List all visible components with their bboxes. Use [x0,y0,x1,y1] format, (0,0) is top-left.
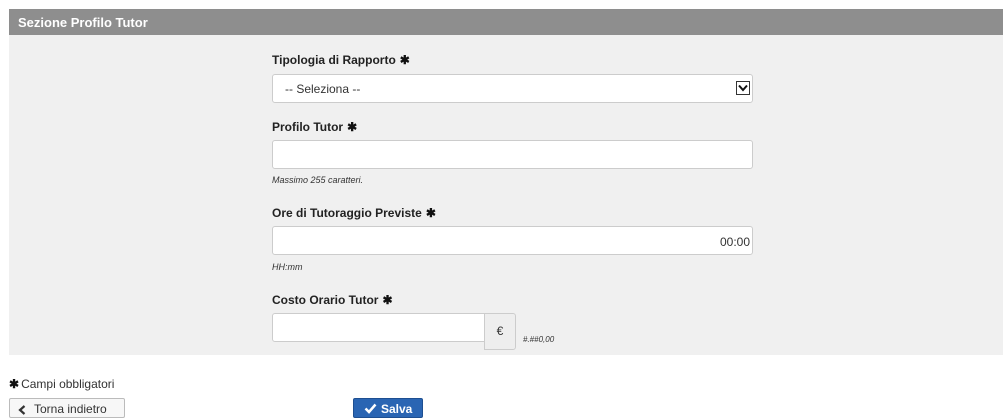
required-icon: ✱ [9,377,20,391]
required-legend-text: Campi obbligatori [21,377,115,391]
required-icon: ✱ [382,293,393,307]
chevron-left-icon [18,404,26,418]
tipologia-label-text: Tipologia di Rapporto [272,53,396,67]
profilo-hint: Massimo 255 caratteri. [272,175,364,185]
profilo-tutor-input[interactable] [272,140,753,169]
costo-orario-input[interactable] [272,313,485,342]
chevron-down-icon[interactable] [736,81,750,95]
euro-addon: € [484,313,516,350]
costo-label-text: Costo Orario Tutor [272,293,379,307]
costo-label: Costo Orario Tutor ✱ [272,293,393,307]
required-icon: ✱ [399,53,410,67]
tipologia-select[interactable]: -- Seleziona -- [272,74,753,103]
tipologia-label: Tipologia di Rapporto ✱ [272,53,410,67]
save-button-label: Salva [381,402,413,416]
panel-header: Sezione Profilo Tutor [9,9,1003,35]
ore-label: Ore di Tutoraggio Previste ✱ [272,206,436,220]
checkmark-icon [364,403,377,417]
ore-tutoraggio-input[interactable]: 00:00 [272,226,753,255]
required-icon: ✱ [347,120,358,134]
ore-hint: HH:mm [272,262,303,272]
profilo-label: Profilo Tutor ✱ [272,120,357,134]
profilo-label-text: Profilo Tutor [272,120,344,134]
costo-format-hint: #.##0,00 [523,335,555,344]
panel-title: Sezione Profilo Tutor [18,15,148,30]
save-button[interactable]: Salva [353,398,423,418]
back-button[interactable]: Torna indietro [9,398,125,418]
required-legend: ✱ Campi obbligatori [9,377,114,391]
required-icon: ✱ [425,206,436,220]
back-button-label: Torna indietro [34,402,107,416]
ore-tutoraggio-value: 00:00 [719,235,750,249]
profilo-tutor-panel: Sezione Profilo Tutor Tipologia di Rappo… [9,9,1003,355]
ore-label-text: Ore di Tutoraggio Previste [272,206,422,220]
tipologia-selected-value: -- Seleziona -- [285,82,361,96]
